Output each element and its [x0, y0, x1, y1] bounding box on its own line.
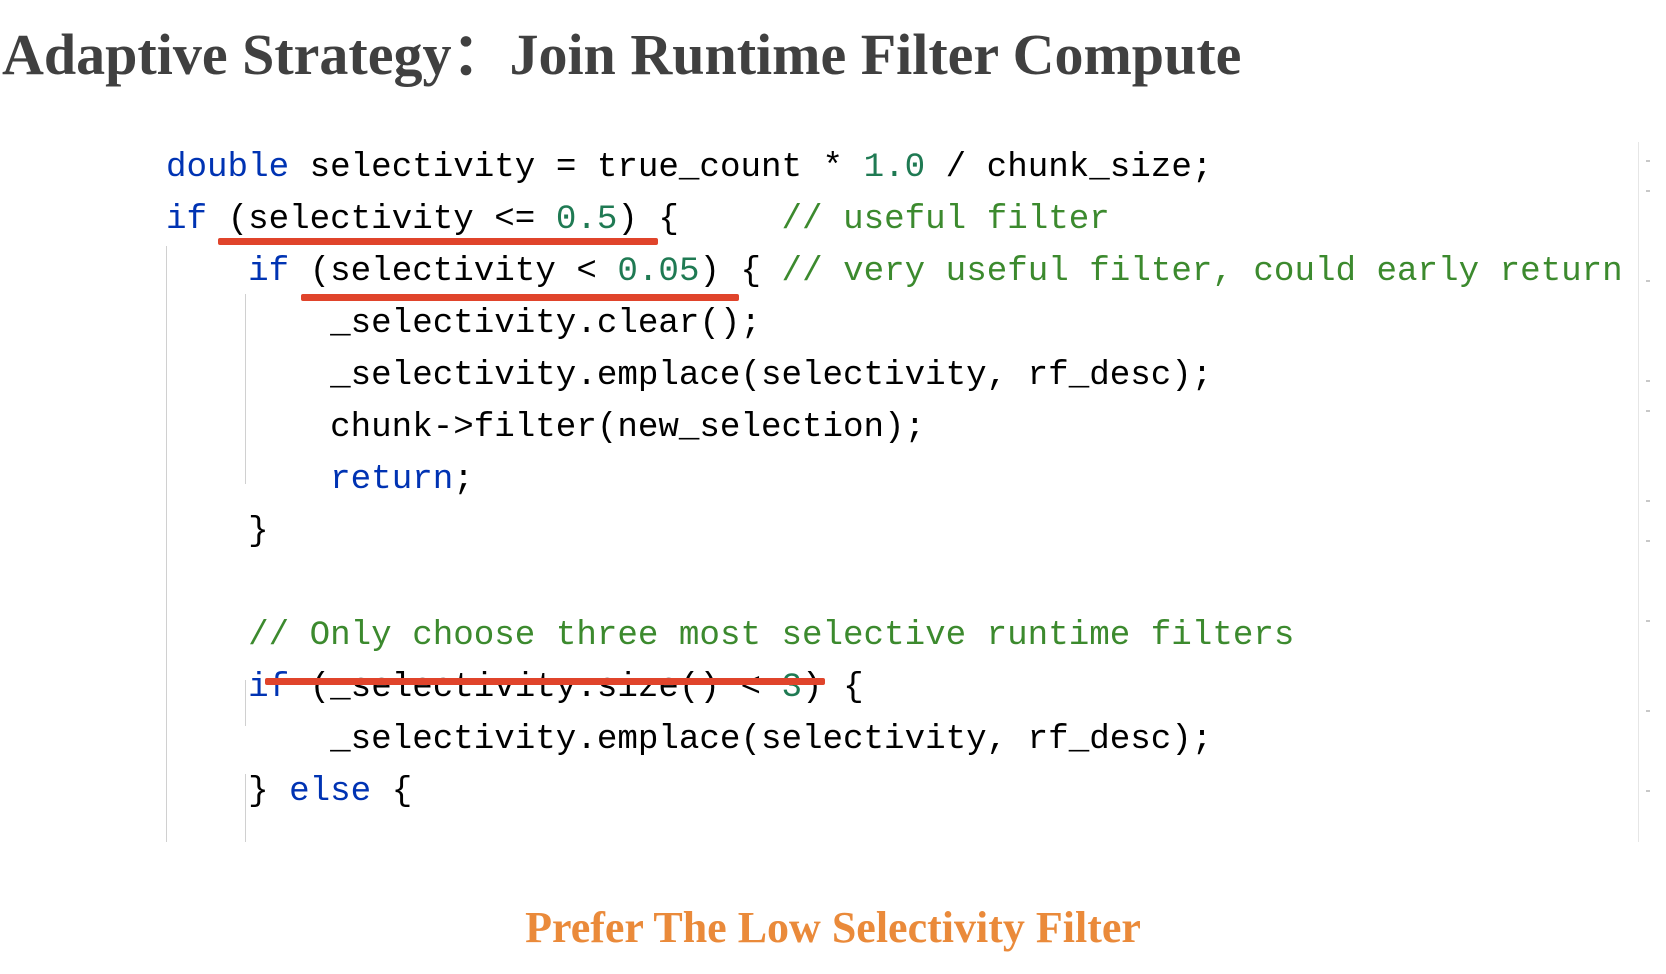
code-line: _selectivity.emplace(selectivity, rf_des…: [166, 714, 1212, 766]
highlight-underline: [218, 238, 658, 245]
caption: Prefer The Low Selectivity Filter: [525, 903, 1141, 952]
code-token: (_selectivity.size() <: [289, 669, 782, 707]
highlight-underline: [265, 678, 825, 685]
code-token: _selectivity.emplace(selectivity, rf_des…: [166, 357, 1213, 395]
code-token: if: [166, 201, 208, 239]
code-token: 0.5: [555, 201, 618, 239]
scroll-marker: [1646, 410, 1650, 412]
code-token: ) {: [617, 201, 782, 239]
code-token: {: [371, 773, 413, 811]
code-token: }: [166, 773, 290, 811]
code-token: _selectivity.clear();: [166, 305, 761, 343]
scroll-marker: [1646, 540, 1650, 542]
code-token: }: [166, 513, 269, 551]
scroll-marker: [1646, 500, 1650, 502]
code-line: } else {: [166, 766, 412, 818]
code-token: / chunk_size;: [925, 149, 1213, 187]
code-token: _selectivity.emplace(selectivity, rf_des…: [166, 721, 1213, 759]
code-token: selectivity = true_count *: [289, 149, 864, 187]
code-token: 3: [781, 669, 803, 707]
code-line: if (_selectivity.size() < 3) {: [166, 662, 864, 714]
indent-guide: [166, 246, 167, 842]
highlight-underline: [301, 294, 739, 301]
code-token: if: [248, 669, 290, 707]
scroll-marker: [1646, 790, 1650, 792]
code-line: if (selectivity < 0.05) { // very useful…: [166, 246, 1623, 298]
code-editor: double selectivity = true_count * 1.0 / …: [166, 142, 1638, 842]
code-line: return;: [166, 454, 474, 506]
code-line: double selectivity = true_count * 1.0 / …: [166, 142, 1212, 194]
code-token: 0.05: [617, 253, 700, 291]
indent-guide: [245, 680, 246, 726]
scroll-marker: [1646, 280, 1650, 282]
code-line: // Only choose three most selective runt…: [166, 610, 1294, 662]
code-token: ;: [453, 461, 474, 499]
code-line: }: [166, 506, 269, 558]
scrollbar-markers: [1646, 150, 1652, 840]
scroll-marker: [1646, 190, 1650, 192]
scroll-marker: [1646, 380, 1650, 382]
code-token: else: [289, 773, 372, 811]
code-token: chunk->filter(new_selection);: [166, 409, 926, 447]
code-token: 1.0: [863, 149, 926, 187]
code-token: // Only choose three most selective runt…: [248, 617, 1295, 655]
code-token: // very useful filter, could early retur…: [781, 253, 1623, 291]
indent-guide: [245, 774, 246, 842]
code-line: _selectivity.clear();: [166, 298, 761, 350]
code-token: if: [248, 253, 290, 291]
code-token: // useful filter: [781, 201, 1110, 239]
code-token: (selectivity <: [289, 253, 618, 291]
code-line: chunk->filter(new_selection);: [166, 402, 925, 454]
code-token: ) {: [699, 253, 782, 291]
scroll-marker: [1646, 160, 1650, 162]
slide-title: Adaptive Strategy：Join Runtime Filter Co…: [2, 22, 1242, 87]
editor-right-edge: [1638, 142, 1639, 842]
code-line: _selectivity.emplace(selectivity, rf_des…: [166, 350, 1212, 402]
code-token: double: [166, 149, 290, 187]
indent-guide: [245, 294, 246, 484]
code-token: (selectivity <=: [207, 201, 556, 239]
scroll-marker: [1646, 620, 1650, 622]
code-token: ) {: [802, 669, 864, 707]
scroll-marker: [1646, 710, 1650, 712]
code-token: return: [330, 461, 454, 499]
